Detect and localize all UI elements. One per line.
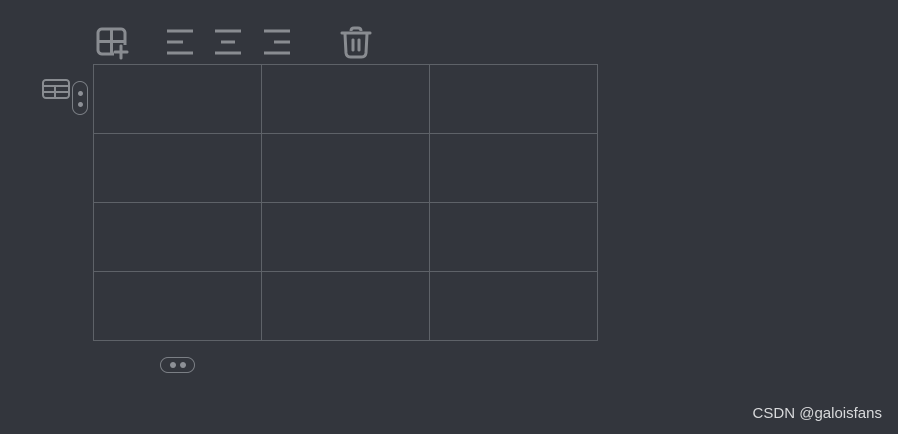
table-cell[interactable] [261,64,430,134]
table-cell[interactable] [261,271,430,341]
handle-dot [170,362,176,368]
align-center-button[interactable] [212,27,244,57]
align-left-button[interactable] [164,27,196,57]
align-center-icon [215,29,241,55]
table-cell[interactable] [93,271,262,341]
align-left-icon [167,29,193,55]
table-cell[interactable] [261,133,430,203]
table-plus-icon [96,27,129,60]
table-cell[interactable] [429,133,598,203]
delete-table-button[interactable] [338,25,374,61]
align-right-button[interactable] [261,27,293,57]
row-drag-handle[interactable] [72,81,88,115]
handle-dot [78,102,83,107]
align-right-icon [264,29,290,55]
handle-dot [78,91,83,96]
table-cell[interactable] [429,64,598,134]
table-row [93,202,598,272]
table-cell[interactable] [93,133,262,203]
table-row [93,271,598,341]
column-drag-handle[interactable] [160,357,195,373]
table-row [93,64,598,134]
table-cell[interactable] [429,202,598,272]
table-icon [42,79,70,99]
table-cell[interactable] [429,271,598,341]
handle-dot [180,362,186,368]
insert-table-button[interactable] [94,26,130,60]
watermark: CSDN @galoisfans [752,405,882,422]
table-cell[interactable] [93,64,262,134]
table-cell[interactable] [93,202,262,272]
trash-icon [340,26,372,59]
editor-table [93,64,598,341]
table-row [93,133,598,203]
table-cell[interactable] [261,202,430,272]
